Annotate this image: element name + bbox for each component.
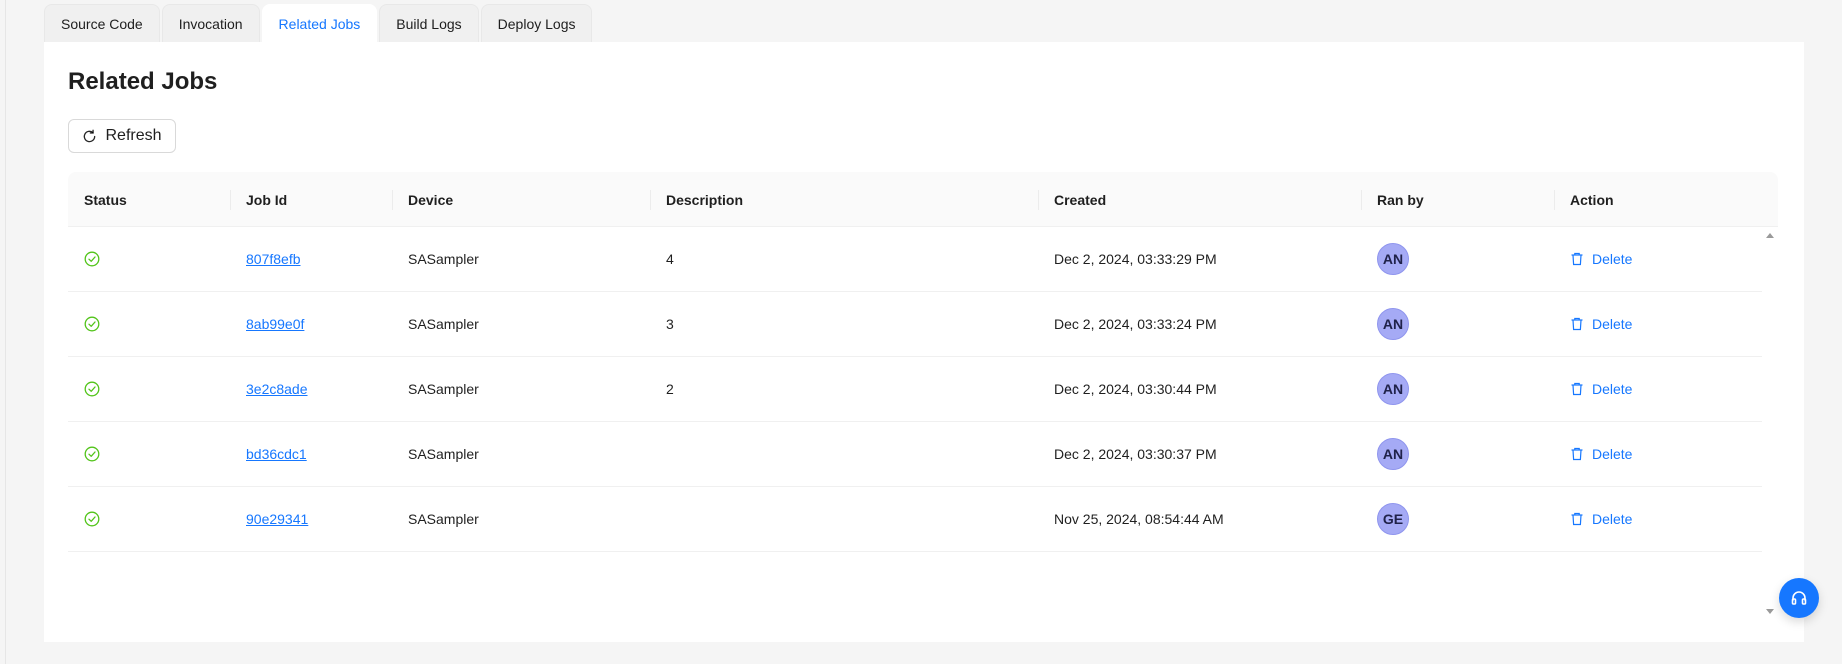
check-circle-icon (84, 316, 100, 332)
tab-related-jobs[interactable]: Related Jobs (261, 4, 378, 42)
avatar: AN (1377, 243, 1409, 275)
status-cell (68, 292, 100, 356)
check-circle-icon (84, 446, 100, 462)
refresh-button-label: Refresh (105, 127, 162, 144)
action-cell: Delete (1554, 422, 1632, 486)
scroll-down-arrow[interactable] (1766, 609, 1774, 614)
avatar: AN (1377, 373, 1409, 405)
related-jobs-panel: Related Jobs Refresh Status Job Id Devic… (44, 42, 1804, 642)
job-id-cell: 8ab99e0f (230, 292, 304, 356)
status-cell (68, 227, 100, 291)
description-cell: 3 (666, 316, 674, 332)
table-body: 807f8efb SASampler 4 Dec 2, 2024, 03:33:… (68, 227, 1762, 552)
device-cell: SASampler (408, 381, 479, 397)
tab-invocation[interactable]: Invocation (161, 4, 260, 42)
description-cell (650, 487, 666, 551)
status-cell (68, 357, 100, 421)
delete-label: Delete (1592, 251, 1633, 267)
trash-icon (1571, 317, 1583, 331)
column-header-device: Device (408, 191, 454, 208)
created-cell: Dec 2, 2024, 03:30:44 PM (1054, 381, 1217, 397)
job-id-cell: 807f8efb (230, 227, 301, 291)
job-id-cell: 90e29341 (230, 487, 308, 551)
job-id-link[interactable]: 90e29341 (246, 511, 308, 527)
column-header-action: Action (1570, 191, 1614, 208)
delete-button[interactable]: Delete (1570, 316, 1632, 332)
page-title: Related Jobs (68, 68, 218, 95)
created-cell: Dec 2, 2024, 03:30:37 PM (1054, 446, 1217, 462)
device-cell: SASampler (408, 316, 479, 332)
created-cell: Dec 2, 2024, 03:33:24 PM (1054, 316, 1217, 332)
job-id-link[interactable]: bd36cdc1 (246, 446, 307, 462)
table-row: bd36cdc1 SASampler Dec 2, 2024, 03:30:37… (68, 422, 1762, 487)
job-id-link[interactable]: 3e2c8ade (246, 381, 308, 397)
column-header-ran-by: Ran by (1377, 191, 1424, 208)
ran-by-cell: AN (1361, 292, 1409, 356)
delete-button[interactable]: Delete (1570, 381, 1632, 397)
support-button[interactable] (1779, 578, 1819, 618)
column-header-description: Description (666, 191, 744, 208)
delete-label: Delete (1592, 316, 1633, 332)
column-header-job-id: Job Id (246, 191, 288, 208)
trash-icon (1571, 447, 1583, 461)
action-cell: Delete (1554, 487, 1632, 551)
table-row: 807f8efb SASampler 4 Dec 2, 2024, 03:33:… (68, 227, 1762, 292)
delete-label: Delete (1592, 446, 1633, 462)
job-id-cell: 3e2c8ade (230, 357, 308, 421)
description-cell: 2 (666, 381, 674, 397)
headset-icon (1791, 591, 1807, 605)
ran-by-cell: AN (1361, 227, 1409, 291)
tab-deploy-logs[interactable]: Deploy Logs (480, 4, 593, 42)
tab-build-logs[interactable]: Build Logs (379, 4, 479, 42)
action-cell: Delete (1554, 227, 1632, 291)
check-circle-icon (84, 511, 100, 527)
table-row: 8ab99e0f SASampler 3 Dec 2, 2024, 03:33:… (68, 292, 1762, 357)
description-cell (650, 422, 666, 486)
check-circle-icon (84, 381, 100, 397)
table-header: Status Job Id Device Description Created… (68, 172, 1778, 227)
tab-source-code[interactable]: Source Code (44, 4, 160, 42)
left-border (5, 0, 6, 664)
device-cell: SASampler (408, 251, 479, 267)
reload-icon (84, 129, 96, 142)
delete-button[interactable]: Delete (1570, 446, 1632, 462)
tab-bar: Source Code Invocation Related Jobs Buil… (44, 4, 593, 42)
ran-by-cell: AN (1361, 422, 1409, 486)
trash-icon (1571, 382, 1583, 396)
delete-button[interactable]: Delete (1570, 251, 1632, 267)
avatar: GE (1377, 503, 1409, 535)
created-cell: Dec 2, 2024, 03:33:29 PM (1054, 251, 1217, 267)
delete-label: Delete (1592, 381, 1633, 397)
jobs-table: Status Job Id Device Description Created… (68, 172, 1778, 620)
device-cell: SASampler (408, 446, 479, 462)
scroll-up-arrow[interactable] (1766, 233, 1774, 238)
description-cell: 4 (666, 251, 674, 267)
ran-by-cell: GE (1361, 487, 1409, 551)
action-cell: Delete (1554, 292, 1632, 356)
action-cell: Delete (1554, 357, 1632, 421)
check-circle-icon (84, 251, 100, 267)
table-scrollbar[interactable] (1762, 227, 1778, 620)
status-cell (68, 422, 100, 486)
avatar: AN (1377, 308, 1409, 340)
delete-label: Delete (1592, 511, 1633, 527)
column-header-created: Created (1054, 191, 1107, 208)
table-row: 3e2c8ade SASampler 2 Dec 2, 2024, 03:30:… (68, 357, 1762, 422)
delete-button[interactable]: Delete (1570, 511, 1632, 527)
table-row: 90e29341 SASampler Nov 25, 2024, 08:54:4… (68, 487, 1762, 552)
status-cell (68, 487, 100, 551)
refresh-button[interactable]: Refresh (68, 119, 176, 153)
job-id-link[interactable]: 807f8efb (246, 251, 301, 267)
column-header-status: Status (84, 191, 127, 208)
trash-icon (1571, 252, 1583, 266)
created-cell: Nov 25, 2024, 08:54:44 AM (1054, 511, 1224, 527)
ran-by-cell: AN (1361, 357, 1409, 421)
trash-icon (1571, 512, 1583, 526)
avatar: AN (1377, 438, 1409, 470)
job-id-link[interactable]: 8ab99e0f (246, 316, 304, 332)
device-cell: SASampler (408, 511, 479, 527)
job-id-cell: bd36cdc1 (230, 422, 307, 486)
